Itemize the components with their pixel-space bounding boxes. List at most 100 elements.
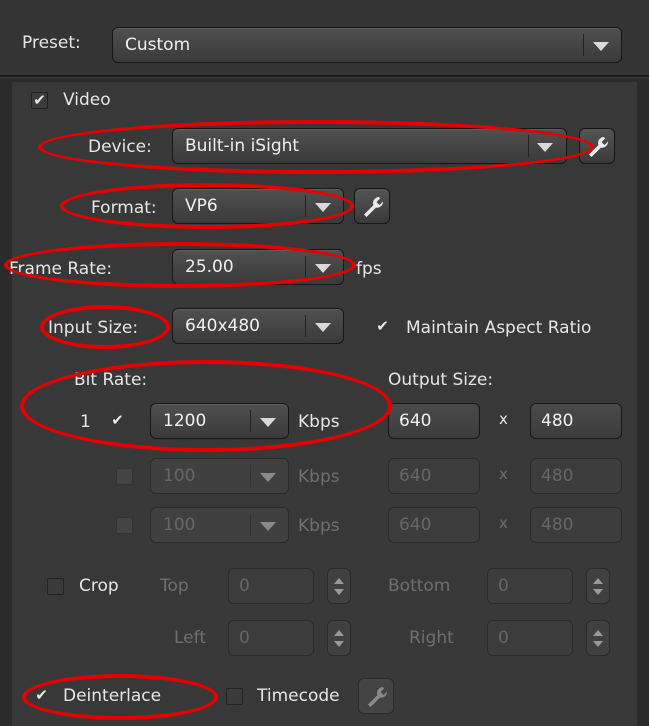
stream-2-height-field[interactable]: 480 (530, 458, 622, 494)
crop-label: Crop (79, 576, 119, 596)
dropdown-separator (305, 195, 306, 217)
wrench-icon (368, 687, 388, 707)
stream-2-bitrate-dropdown[interactable]: 100 (150, 458, 289, 494)
output-size-label: Output Size: (388, 370, 494, 390)
dropdown-separator (305, 256, 306, 278)
arrow-down-icon (593, 641, 603, 647)
chevron-down-icon (260, 418, 276, 427)
chevron-down-icon (537, 143, 553, 152)
stream-3-bitrate-dropdown[interactable]: 100 (150, 507, 289, 543)
crop-top-field[interactable]: 0 (228, 568, 314, 604)
chevron-down-icon (315, 203, 331, 212)
dropdown-separator (250, 514, 251, 536)
wrench-icon (364, 197, 384, 217)
chevron-down-icon (315, 264, 331, 273)
maintain-aspect-label: Maintain Aspect Ratio (406, 318, 592, 338)
crop-left-stepper[interactable] (327, 620, 351, 656)
wrench-icon (589, 137, 609, 157)
stream-3-bitrate-value: 100 (163, 515, 196, 535)
frame-rate-value: 25.00 (185, 257, 234, 277)
stream-3-checkbox[interactable] (116, 517, 133, 534)
stream-2-checkbox[interactable] (116, 468, 133, 485)
stream-3-width-field[interactable]: 640 (388, 507, 480, 543)
arrow-down-icon (334, 589, 344, 595)
stream-1-x: x (499, 410, 508, 428)
dropdown-separator (305, 315, 306, 337)
chevron-down-icon (593, 42, 609, 51)
chevron-down-icon (260, 522, 276, 531)
deinterlace-checkbox[interactable]: ✔ (33, 688, 50, 705)
crop-checkbox[interactable] (47, 578, 64, 595)
stream-3-height-field[interactable]: 480 (530, 507, 622, 543)
stream-3-width-value: 640 (399, 515, 432, 535)
stream-2-width-field[interactable]: 640 (388, 458, 480, 494)
stream-1-unit: Kbps (298, 412, 340, 432)
crop-right-field[interactable]: 0 (487, 620, 573, 656)
crop-bottom-stepper[interactable] (586, 568, 610, 604)
frame-rate-label: Frame Rate: (9, 259, 113, 279)
stream-2-width-value: 640 (399, 466, 432, 486)
frame-rate-dropdown[interactable]: 25.00 (172, 249, 344, 285)
stream-1-width-value: 640 (399, 411, 432, 431)
dropdown-separator (583, 34, 584, 56)
chevron-down-icon (260, 473, 276, 482)
preset-value: Custom (125, 35, 191, 55)
video-checkbox[interactable]: ✔ (31, 92, 48, 109)
format-settings-button[interactable] (354, 188, 390, 224)
crop-right-stepper[interactable] (586, 620, 610, 656)
device-label: Device: (88, 137, 152, 157)
maintain-aspect-checkbox[interactable]: ✔ (374, 319, 391, 336)
crop-bottom-field[interactable]: 0 (487, 568, 573, 604)
stream-index: 1 (80, 412, 91, 432)
stream-2-unit: Kbps (298, 467, 340, 487)
crop-right-value: 0 (498, 628, 509, 648)
crop-top-value: 0 (239, 576, 250, 596)
chevron-down-icon (315, 323, 331, 332)
crop-top-stepper[interactable] (327, 568, 351, 604)
stream-3-x: x (499, 514, 508, 532)
arrow-up-icon (593, 578, 603, 584)
crop-left-value: 0 (239, 628, 250, 648)
stream-1-bitrate-value: 1200 (163, 411, 207, 431)
arrow-down-icon (593, 589, 603, 595)
timecode-checkbox[interactable] (226, 688, 243, 705)
crop-bottom-label: Bottom (388, 576, 451, 596)
crop-bottom-value: 0 (498, 576, 509, 596)
dropdown-separator (528, 135, 529, 157)
timecode-label: Timecode (257, 686, 340, 706)
format-label: Format: (91, 198, 157, 218)
stream-1-height-value: 480 (541, 411, 574, 431)
crop-top-label: Top (160, 576, 189, 596)
input-size-label: Input Size: (48, 318, 139, 338)
stream-1-height-field[interactable]: 480 (530, 403, 622, 439)
stream-3-height-value: 480 (541, 515, 574, 535)
arrow-down-icon (334, 641, 344, 647)
stream-2-height-value: 480 (541, 466, 574, 486)
format-value: VP6 (185, 196, 218, 216)
stream-1-checkbox[interactable]: ✔ (109, 413, 126, 430)
crop-left-field[interactable]: 0 (228, 620, 314, 656)
stream-3-unit: Kbps (298, 516, 340, 536)
device-value: Built-in iSight (185, 136, 300, 156)
bit-rate-label: Bit Rate: (74, 370, 148, 390)
video-label: Video (63, 90, 111, 110)
input-size-dropdown[interactable]: 640x480 (172, 308, 344, 344)
arrow-up-icon (334, 630, 344, 636)
input-size-value: 640x480 (185, 316, 260, 336)
crop-right-label: Right (409, 628, 454, 648)
stream-2-bitrate-value: 100 (163, 466, 196, 486)
stream-2-x: x (499, 465, 508, 483)
crop-left-label: Left (174, 628, 206, 648)
section-divider (0, 75, 649, 78)
arrow-up-icon (334, 578, 344, 584)
stream-1-bitrate-dropdown[interactable]: 1200 (150, 403, 289, 439)
dropdown-separator (250, 465, 251, 487)
device-settings-button[interactable] (579, 128, 615, 164)
timecode-settings-button[interactable] (358, 678, 394, 714)
arrow-up-icon (593, 630, 603, 636)
device-dropdown[interactable]: Built-in iSight (172, 128, 567, 164)
stream-1-width-field[interactable]: 640 (388, 403, 480, 439)
preset-label: Preset: (22, 33, 81, 53)
format-dropdown[interactable]: VP6 (172, 188, 344, 224)
preset-dropdown[interactable]: Custom (112, 27, 622, 63)
